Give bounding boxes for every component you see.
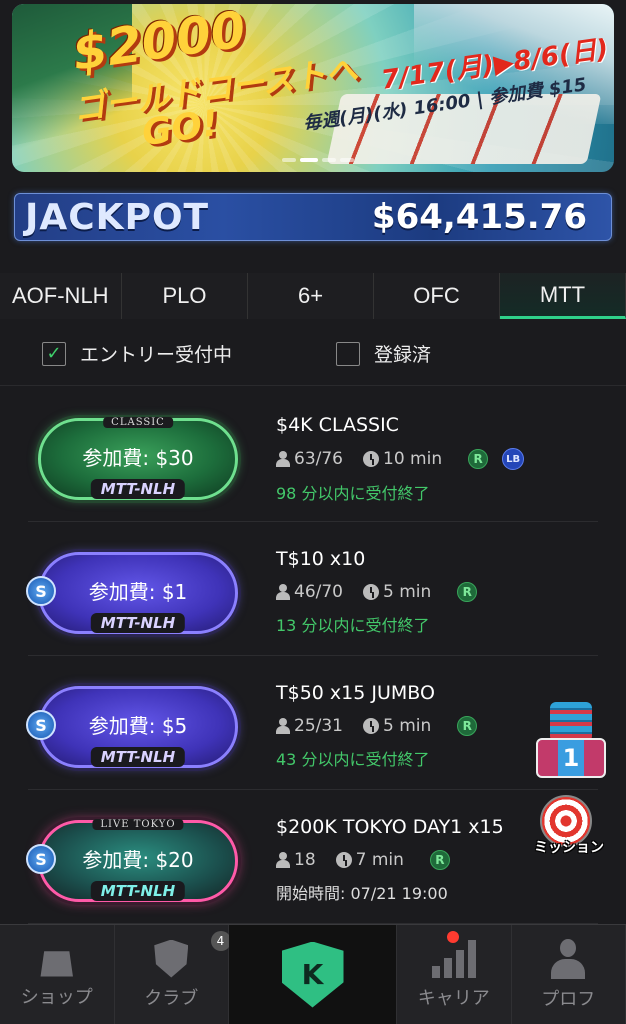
shopping-bag-icon bbox=[40, 951, 73, 977]
ticket-cap: LIVE TOKYO bbox=[92, 819, 184, 830]
entry-fee: 参加費: $5 bbox=[88, 713, 188, 738]
tournament-info: $4K CLASSIC 63/76 10 min R LB 98 分以内に受付終… bbox=[276, 414, 606, 504]
game-type: MTT-NLH bbox=[90, 747, 186, 767]
nav-shop-label: ショップ bbox=[20, 986, 93, 1008]
nav-club[interactable]: クラブ 4 bbox=[115, 925, 231, 1024]
pager-dot[interactable] bbox=[340, 158, 354, 162]
satellite-badge: S bbox=[26, 844, 56, 875]
tournament-title: T$50 x15 JUMBO bbox=[276, 682, 435, 704]
nav-club-label: クラブ bbox=[144, 987, 199, 1009]
clock-icon bbox=[363, 584, 379, 600]
tournament-row[interactable]: 参加費: $1 MTT-NLH S T$10 x10 46/70 5 min R… bbox=[26, 522, 598, 656]
club-count-badge: 4 bbox=[210, 931, 231, 951]
blind-time: 10 min bbox=[383, 449, 443, 469]
game-tabs: AOF-NLH PLO 6+ OFC MTT bbox=[0, 273, 626, 319]
shield-icon bbox=[154, 939, 189, 978]
tournament-title: $4K CLASSIC bbox=[276, 414, 399, 436]
checkbox-unchecked[interactable] bbox=[336, 341, 360, 366]
person-icon bbox=[551, 938, 586, 979]
person-icon bbox=[276, 584, 290, 600]
person-icon bbox=[276, 718, 290, 734]
podium-icon: 1 bbox=[536, 738, 606, 778]
registration-deadline: 13 分以内に受付終了 bbox=[276, 616, 430, 635]
game-type: MTT-NLH bbox=[90, 881, 186, 901]
rebuy-badge: R bbox=[468, 449, 489, 469]
tournament-meta: 46/70 5 min R bbox=[276, 582, 606, 602]
pager-dot-active[interactable] bbox=[300, 158, 318, 162]
game-type: MTT-NLH bbox=[90, 479, 186, 499]
rebuy-badge: R bbox=[457, 582, 478, 602]
leaderboard-badge: LB bbox=[502, 448, 525, 470]
person-icon bbox=[276, 852, 290, 868]
entry-open-label: エントリー受付中 bbox=[80, 344, 233, 366]
player-count: 18 bbox=[294, 850, 316, 870]
nav-career-label: キャリア bbox=[417, 987, 490, 1009]
ranking-float-button[interactable]: 1 bbox=[536, 702, 606, 782]
entry-fee-ticket[interactable]: 参加費: $1 MTT-NLH bbox=[38, 552, 238, 634]
rebuy-badge: R bbox=[457, 716, 478, 736]
entry-fee-ticket[interactable]: 参加費: $5 MTT-NLH bbox=[38, 686, 238, 768]
tournament-row[interactable]: CLASSIC 参加費: $30 MTT-NLH $4K CLASSIC 63/… bbox=[28, 388, 598, 522]
clock-icon bbox=[335, 852, 352, 868]
tab-aof-nlh[interactable]: AOF-NLH bbox=[0, 273, 122, 319]
nav-career[interactable]: キャリア bbox=[397, 925, 512, 1024]
player-count: 63/76 bbox=[294, 449, 343, 469]
jackpot-value: $64,415.76 bbox=[371, 197, 587, 237]
start-time: 開始時間: 07/21 19:00 bbox=[276, 884, 448, 903]
notification-dot bbox=[446, 931, 459, 943]
entry-fee: 参加費: $30 bbox=[82, 445, 194, 470]
mission-label: ミッション bbox=[534, 840, 604, 856]
nav-home[interactable]: K bbox=[229, 925, 397, 1024]
entry-open-filter[interactable]: ✓ エントリー受付中 bbox=[42, 340, 232, 367]
promo-banner[interactable]: $2000 ゴールドコーストへ GO! 7/17(月)▶8/6(日) 毎週(月)… bbox=[12, 4, 614, 172]
registration-deadline: 98 分以内に受付終了 bbox=[276, 484, 430, 503]
nav-shop[interactable]: ショップ bbox=[0, 925, 115, 1024]
entry-fee: 参加費: $20 bbox=[82, 847, 194, 872]
bottom-nav: ショップ クラブ 4 K キャリア プロフ bbox=[0, 924, 626, 1024]
mission-float-button[interactable]: ミッション bbox=[530, 795, 608, 865]
nav-profile-label: プロフ bbox=[541, 988, 596, 1010]
tab-plo[interactable]: PLO bbox=[122, 273, 248, 319]
tournament-title: T$10 x10 bbox=[276, 548, 366, 570]
jackpot-label: JACKPOT bbox=[25, 196, 210, 238]
filter-bar: ✓ エントリー受付中 登録済 bbox=[0, 322, 626, 386]
rebuy-badge: R bbox=[429, 850, 450, 870]
clock-icon bbox=[363, 451, 379, 467]
blind-time: 5 min bbox=[383, 716, 432, 736]
entry-fee: 参加費: $1 bbox=[88, 579, 188, 604]
player-count: 46/70 bbox=[294, 582, 343, 602]
entry-fee-ticket[interactable]: CLASSIC 参加費: $30 MTT-NLH bbox=[38, 417, 238, 500]
entry-fee-ticket[interactable]: LIVE TOKYO 参加費: $20 MTT-NLH bbox=[38, 819, 238, 902]
blind-time: 5 min bbox=[383, 582, 432, 602]
blind-time: 7 min bbox=[355, 850, 404, 870]
ticket-cap: CLASSIC bbox=[103, 417, 173, 428]
nav-profile[interactable]: プロフ bbox=[512, 925, 626, 1024]
game-type: MTT-NLH bbox=[90, 613, 186, 633]
satellite-badge: S bbox=[26, 576, 56, 607]
checkbox-checked[interactable]: ✓ bbox=[42, 341, 66, 366]
pager-dot[interactable] bbox=[322, 158, 336, 162]
satellite-badge: S bbox=[26, 710, 56, 741]
registered-label: 登録済 bbox=[374, 344, 432, 366]
app-logo-icon: K bbox=[281, 941, 344, 1008]
chip-stack-icon bbox=[550, 702, 592, 742]
banner-pager[interactable] bbox=[282, 158, 354, 162]
tab-mtt[interactable]: MTT bbox=[500, 273, 626, 319]
tab-ofc[interactable]: OFC bbox=[374, 273, 500, 319]
player-count: 25/31 bbox=[294, 716, 343, 736]
registered-filter[interactable]: 登録済 bbox=[336, 340, 431, 367]
tab-6plus[interactable]: 6+ bbox=[248, 273, 374, 319]
tournament-meta: 63/76 10 min R LB bbox=[276, 448, 606, 470]
clock-icon bbox=[363, 718, 379, 734]
tournament-row[interactable]: 参加費: $5 MTT-NLH S T$50 x15 JUMBO 25/31 5… bbox=[26, 656, 598, 790]
person-icon bbox=[276, 451, 290, 467]
tournament-row[interactable]: LIVE TOKYO 参加費: $20 MTT-NLH S $200K TOKY… bbox=[26, 790, 598, 924]
chart-bars-icon bbox=[431, 939, 476, 978]
tournament-info: T$10 x10 46/70 5 min R 13 分以内に受付終了 bbox=[276, 548, 606, 636]
jackpot-bar[interactable]: JACKPOT $64,415.76 bbox=[14, 193, 612, 241]
pager-dot[interactable] bbox=[282, 158, 296, 162]
